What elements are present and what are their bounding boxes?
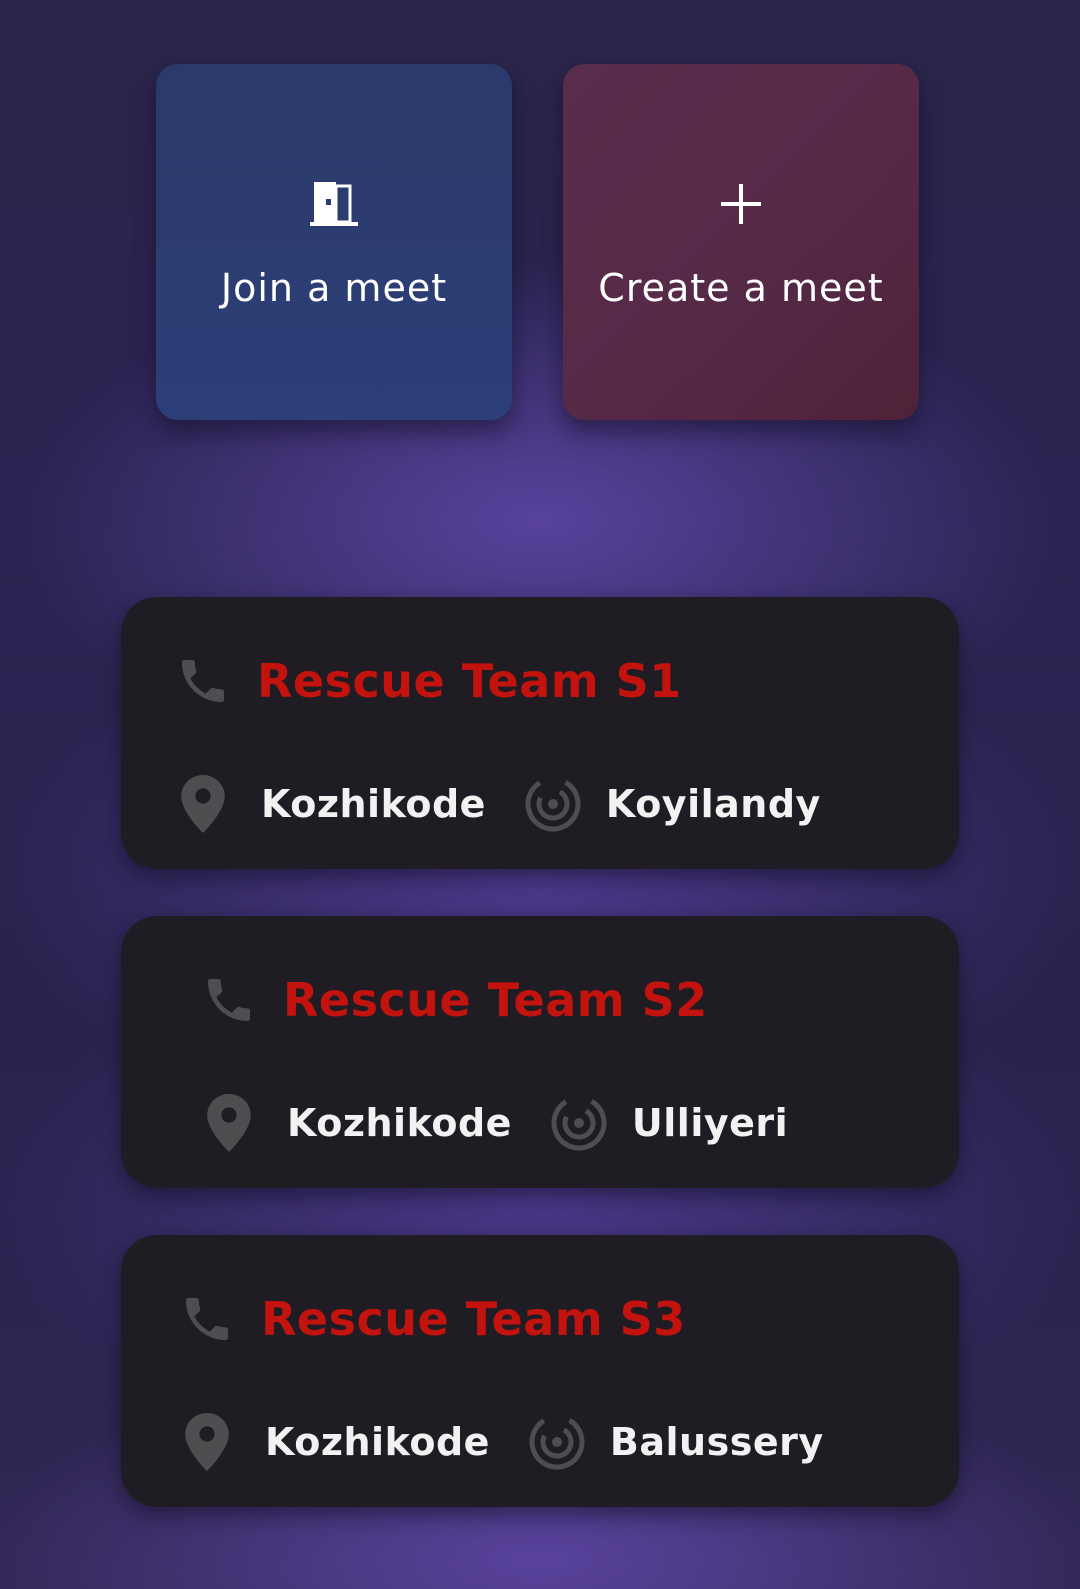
- location-pin-icon: [185, 1413, 229, 1471]
- location-pin-icon: [207, 1094, 251, 1152]
- team-meta-row: Kozhikode Koyilandy: [181, 775, 821, 833]
- team-title-row: Rescue Team S3: [179, 1291, 686, 1347]
- location-pin-icon: [181, 775, 225, 833]
- phone-icon[interactable]: [175, 653, 231, 709]
- team-area: Ulliyeri: [631, 1101, 789, 1145]
- team-area: Koyilandy: [605, 782, 821, 826]
- create-meet-button[interactable]: Create a meet: [563, 64, 919, 420]
- phone-icon[interactable]: [179, 1291, 235, 1347]
- team-card[interactable]: Rescue Team S2 Kozhikode Ulliyeri: [121, 916, 959, 1188]
- team-card[interactable]: Rescue Team S1 Kozhikode Koyilandy: [121, 597, 959, 869]
- join-meet-button[interactable]: Join a meet: [156, 64, 512, 420]
- radar-icon: [529, 1414, 585, 1470]
- team-meta-row: Kozhikode Ulliyeri: [207, 1094, 788, 1152]
- radar-icon: [525, 776, 581, 832]
- team-name: Rescue Team S3: [261, 1292, 686, 1346]
- team-district: Kozhikode: [261, 782, 486, 826]
- team-area: Balussery: [609, 1420, 824, 1464]
- team-district: Kozhikode: [287, 1101, 512, 1145]
- team-district: Kozhikode: [265, 1420, 490, 1464]
- team-title-row: Rescue Team S1: [175, 653, 682, 709]
- door-icon: [308, 176, 360, 232]
- join-meet-label: Join a meet: [220, 266, 448, 310]
- plus-icon: [719, 176, 763, 232]
- create-meet-label: Create a meet: [598, 266, 884, 310]
- team-name: Rescue Team S1: [257, 654, 682, 708]
- team-meta-row: Kozhikode Balussery: [185, 1413, 824, 1471]
- team-card[interactable]: Rescue Team S3 Kozhikode Balussery: [121, 1235, 959, 1507]
- team-name: Rescue Team S2: [283, 973, 708, 1027]
- phone-icon[interactable]: [201, 972, 257, 1028]
- radar-icon: [551, 1095, 607, 1151]
- team-title-row: Rescue Team S2: [201, 972, 708, 1028]
